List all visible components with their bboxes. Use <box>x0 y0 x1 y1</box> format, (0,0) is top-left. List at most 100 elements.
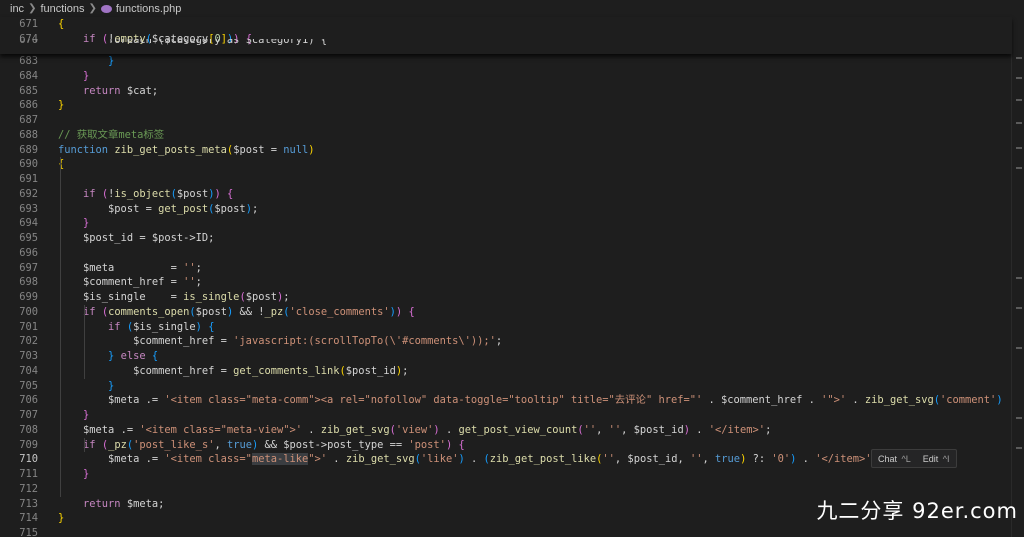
code-line[interactable]: 692 if (!is_object($post)) { <box>0 187 1012 202</box>
code-text: } <box>108 379 115 392</box>
line-number: 697 <box>19 261 38 274</box>
line-number: 683 <box>19 55 38 67</box>
code-text: $post_id = $post->ID; <box>83 232 215 244</box>
line-number: 700 <box>19 305 38 318</box>
code-line[interactable]: 700 if (comments_open($post) && !_pz('cl… <box>0 305 1012 320</box>
code-text: } <box>108 55 115 67</box>
line-number: 691 <box>19 173 38 185</box>
code-line[interactable]: 709 if (_pz('post_like_s', true) && $pos… <box>0 438 1012 453</box>
code-text: if ($is_single) { <box>108 320 215 333</box>
line-number: 705 <box>19 379 38 392</box>
code-line[interactable]: 702 $comment_href = 'javascript:(scrollT… <box>0 334 1012 349</box>
line-number: 698 <box>19 276 38 289</box>
indent-guide <box>84 437 85 453</box>
breadcrumb-folder-functions[interactable]: functions <box>40 3 84 15</box>
line-number: 671 <box>19 18 38 30</box>
peek-code-text: foreach ($category as $category1) { <box>58 39 327 46</box>
line-number: 711 <box>19 468 38 480</box>
code-editor[interactable]: 683 } 684 } 685 return $cat; 686} 687 688// 获… <box>0 17 1012 537</box>
code-line[interactable]: 711 } <box>0 467 1012 482</box>
breadcrumb: inc ❯ functions ❯ functions.php <box>0 0 1024 17</box>
line-number: 692 <box>19 187 38 200</box>
breadcrumb-folder-inc[interactable]: inc <box>10 3 24 15</box>
code-text: $comment_href = 'javascript:(scrollTopTo… <box>133 335 503 348</box>
line-number: 689 <box>19 143 38 156</box>
code-text: $post = get_post($post); <box>108 202 259 215</box>
line-number: 699 <box>19 291 38 303</box>
code-line[interactable]: 701 if ($is_single) { <box>0 320 1012 335</box>
code-line[interactable]: 697 $meta = ''; <box>0 261 1012 276</box>
line-number: 688 <box>19 128 38 141</box>
code-line[interactable]: 687 <box>0 113 1012 128</box>
code-text: } <box>83 217 90 230</box>
code-line[interactable]: 698 $comment_href = ''; <box>0 275 1012 290</box>
line-number: 704 <box>19 364 38 377</box>
line-number: 696 <box>19 246 38 259</box>
code-line[interactable]: 704 $comment_href = get_comments_link($p… <box>0 364 1012 379</box>
code-text: return $cat; <box>83 84 159 97</box>
edit-button[interactable]: Edit ^I <box>923 454 950 464</box>
code-line[interactable]: 699 $is_single = is_single($post); <box>0 290 1012 305</box>
code-line[interactable]: 707 } <box>0 408 1012 423</box>
code-line[interactable]: 710 $meta .= '<item class="meta-like">' … <box>0 452 1012 467</box>
code-text: } else { <box>108 350 159 362</box>
line-number: 686 <box>19 99 38 112</box>
line-number: 702 <box>19 335 38 348</box>
code-line[interactable]: 689 function zib_get_posts_meta($post = n… <box>0 143 1012 158</box>
line-number: 710 <box>19 453 38 466</box>
line-number: 713 <box>19 497 38 510</box>
line-number: 685 <box>19 84 38 97</box>
code-text: if (!is_object($post)) { <box>83 187 234 200</box>
code-line[interactable]: 683 } <box>0 54 1012 69</box>
line-number: 707 <box>19 409 38 421</box>
php-file-icon <box>100 4 112 13</box>
code-text: } <box>83 69 90 82</box>
code-text: } <box>58 99 65 112</box>
code-line[interactable]: 715 <box>0 526 1012 537</box>
chevron-right-icon: ❯ <box>28 3 37 14</box>
line-number: 694 <box>19 217 38 230</box>
code-line[interactable]: 690 { <box>0 157 1012 172</box>
sticky-peek-line: 676 foreach ($category as $category1) { <box>0 39 1012 53</box>
vertical-scrollbar[interactable] <box>1011 17 1024 537</box>
code-line[interactable]: 686} <box>0 98 1012 113</box>
code-text: if (_pz('post_like_s', true) && $post->p… <box>83 438 465 451</box>
line-number: 690 <box>19 158 38 171</box>
line-number: 687 <box>19 114 38 126</box>
code-line[interactable]: 684 } <box>0 69 1012 84</box>
code-text: $meta .= '<item class="meta-comm"><a rel… <box>108 394 1012 407</box>
code-text: function zib_get_posts_meta($post = null… <box>58 143 315 156</box>
code-text: $meta = ''; <box>83 261 202 274</box>
code-line[interactable]: 671 { <box>0 17 1012 32</box>
line-number: 709 <box>19 438 38 451</box>
chevron-right-icon: ❯ <box>88 3 97 14</box>
code-line[interactable]: 696 <box>0 246 1012 261</box>
line-number: 712 <box>19 482 38 495</box>
code-line[interactable]: 685 return $cat; <box>0 84 1012 99</box>
code-line[interactable]: 708 $meta .= '<item class="meta-view">' … <box>0 423 1012 438</box>
line-number: 708 <box>19 423 38 436</box>
code-text: } <box>83 409 90 421</box>
code-text: } <box>58 512 65 525</box>
indent-guide <box>84 304 85 379</box>
code-line[interactable]: 694 } <box>0 216 1012 231</box>
code-line[interactable]: 691 <box>0 172 1012 187</box>
code-line[interactable]: 705 } <box>0 379 1012 394</box>
code-line[interactable]: 703 } else { <box>0 349 1012 364</box>
line-number: 706 <box>19 394 38 407</box>
code-text: return $meta; <box>83 497 165 510</box>
line-number: 676 <box>19 39 38 46</box>
code-text: // 获取文章meta标签 <box>58 128 165 141</box>
code-line[interactable]: 688 // 获取文章meta标签 <box>0 128 1012 143</box>
inline-chat-hint: Chat ^L Edit ^I <box>871 449 957 468</box>
code-line[interactable]: 693 $post = get_post($post); <box>0 202 1012 217</box>
line-number: 684 <box>19 69 38 82</box>
code-text: $comment_href = ''; <box>83 276 202 289</box>
code-line[interactable]: 706 $meta .= '<item class="meta-comm"><a… <box>0 393 1012 408</box>
line-number: 695 <box>19 232 38 244</box>
breadcrumb-file[interactable]: functions.php <box>116 3 181 15</box>
code-line[interactable]: 695 $post_id = $post->ID; <box>0 231 1012 246</box>
code-text: { <box>58 158 65 171</box>
code-text: $meta .= '<item class="meta-view">' . zi… <box>83 423 772 436</box>
chat-button[interactable]: Chat ^L <box>878 454 911 464</box>
